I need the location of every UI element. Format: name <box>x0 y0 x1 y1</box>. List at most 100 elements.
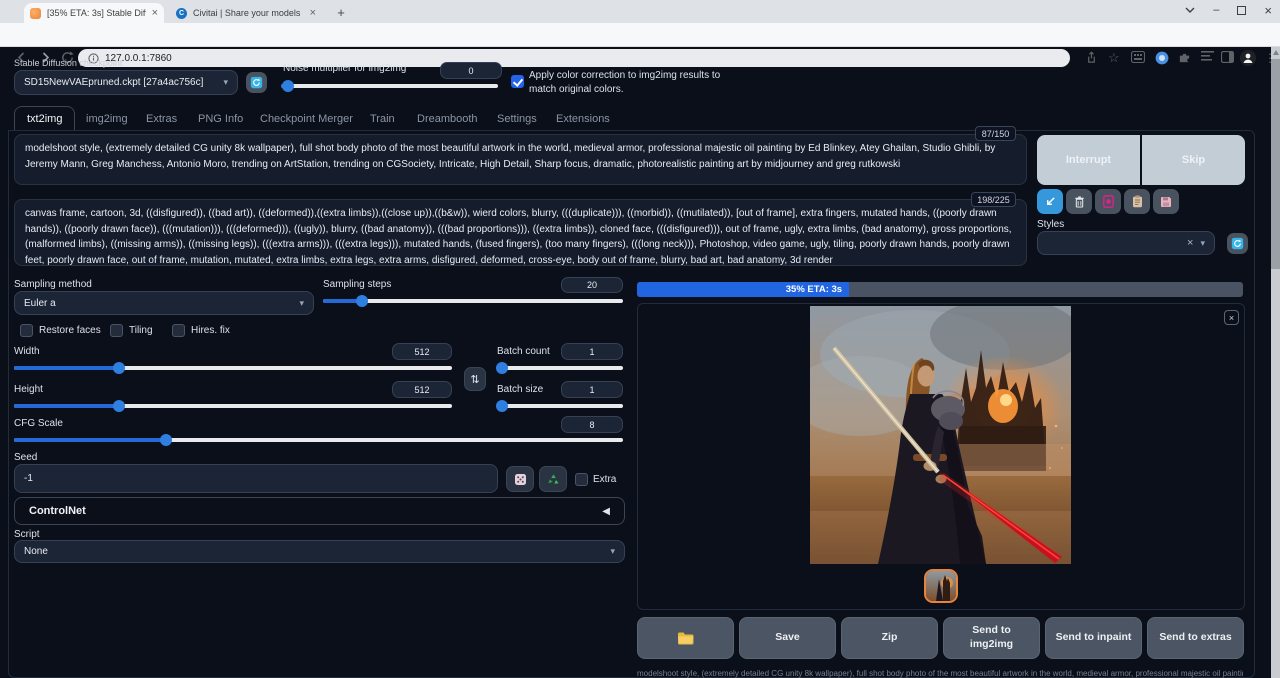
prompt-token-counter: 87/150 <box>975 126 1016 141</box>
tab-search-chevron-icon[interactable] <box>1185 6 1195 14</box>
tab-txt2img[interactable]: txt2img <box>14 106 75 131</box>
batch-count-slider[interactable] <box>497 366 623 370</box>
extensions-puzzle-icon[interactable] <box>1178 51 1193 66</box>
batch-size-input[interactable]: 1 <box>561 381 623 398</box>
refresh-checkpoints-button[interactable] <box>246 72 267 93</box>
sampling-method-value: Euler a <box>24 298 56 309</box>
gallery-thumbnail-selected[interactable] <box>924 569 958 603</box>
paste-params-button[interactable] <box>1037 189 1063 214</box>
height-slider[interactable] <box>14 404 452 408</box>
close-window-icon[interactable]: × <box>1264 3 1272 18</box>
sampling-steps-input[interactable]: 20 <box>561 277 623 293</box>
prompt-textarea[interactable]: modelshoot style, (extremely detailed CG… <box>14 134 1027 185</box>
sampling-method-select[interactable]: Euler a ▾ <box>14 291 314 315</box>
interrupt-button[interactable]: Interrupt <box>1037 135 1140 185</box>
hires-fix-checkbox[interactable] <box>172 324 185 337</box>
civitai-favicon: C <box>176 8 187 19</box>
restore-faces-checkbox[interactable] <box>20 324 33 337</box>
accordion-collapsed-icon: ◀ <box>602 506 610 517</box>
extra-networks-card-button[interactable] <box>1095 189 1121 214</box>
browser-tab-title: [35% ETA: 3s] Stable Diffusion <box>47 8 146 18</box>
apply-style-clipboard-button[interactable] <box>1124 189 1150 214</box>
tab-img2img[interactable]: img2img <box>82 106 132 131</box>
batch-count-input[interactable]: 1 <box>561 343 623 360</box>
close-tab-icon[interactable]: × <box>310 8 316 19</box>
maximize-window-icon[interactable] <box>1237 6 1246 15</box>
controlnet-label: ControlNet <box>29 505 86 517</box>
zip-button[interactable]: Zip <box>841 617 938 659</box>
batch-size-slider[interactable] <box>497 404 623 408</box>
refresh-styles-button[interactable] <box>1227 233 1248 254</box>
checkpoint-select[interactable]: SD15NewVAEpruned.ckpt [27a4ac756c] ▾ <box>14 70 238 95</box>
tab-extensions[interactable]: Extensions <box>552 106 614 131</box>
open-folder-button[interactable] <box>637 617 734 659</box>
generated-image[interactable] <box>810 306 1071 564</box>
folder-icon <box>677 631 694 645</box>
height-input[interactable]: 512 <box>392 381 452 398</box>
script-select[interactable]: None ▾ <box>14 540 625 563</box>
cfg-scale-input[interactable]: 8 <box>561 416 623 433</box>
swap-width-height-button[interactable]: ⇅ <box>464 367 486 391</box>
slider-handle[interactable] <box>356 295 368 307</box>
share-icon[interactable] <box>1085 51 1100 66</box>
send-to-inpaint-button[interactable]: Send to inpaint <box>1045 617 1142 659</box>
tab-checkpoint-merger[interactable]: Checkpoint Merger <box>256 106 357 131</box>
width-slider[interactable] <box>14 366 452 370</box>
negative-prompt-textarea[interactable]: canvas frame, cartoon, 3d, ((disfigured)… <box>14 199 1027 266</box>
scroll-up-arrow-icon[interactable] <box>1273 50 1279 55</box>
noise-multiplier-input[interactable]: 0 <box>440 62 502 79</box>
slider-handle[interactable] <box>496 362 508 374</box>
styles-label: Styles <box>1037 219 1064 230</box>
scrollbar-thumb[interactable] <box>1271 59 1280 269</box>
slider-handle[interactable] <box>113 362 125 374</box>
tab-train[interactable]: Train <box>366 106 399 131</box>
new-tab-button[interactable]: + <box>333 5 349 21</box>
batch-count-label: Batch count <box>497 346 550 357</box>
clear-styles-icon[interactable]: × <box>1187 237 1193 249</box>
blue-extension-icon[interactable] <box>1155 51 1170 66</box>
bookmark-star-icon[interactable]: ☆ <box>1108 51 1123 66</box>
browser-tab-civitai[interactable]: C Civitai | Share your models × <box>170 3 322 23</box>
page-scrollbar[interactable] <box>1271 47 1280 678</box>
seed-label: Seed <box>14 452 37 463</box>
styles-dropdown[interactable]: × ▾ <box>1037 231 1215 255</box>
width-input[interactable]: 512 <box>392 343 452 360</box>
color-correction-label: Apply color correction to img2img result… <box>529 69 741 97</box>
cfg-scale-slider[interactable] <box>14 438 623 442</box>
tab-dreambooth[interactable]: Dreambooth <box>413 106 482 131</box>
save-button[interactable]: Save <box>739 617 836 659</box>
width-label: Width <box>14 346 40 357</box>
extra-seed-checkbox[interactable] <box>575 473 588 486</box>
random-seed-dice-button[interactable] <box>506 466 534 492</box>
chevron-down-icon: ▾ <box>223 77 228 88</box>
send-to-extras-button[interactable]: Send to extras <box>1147 617 1244 659</box>
browser-tab-stable-diffusion[interactable]: [35% ETA: 3s] Stable Diffusion × <box>24 3 164 23</box>
address-bar[interactable]: 127.0.0.1:7860 <box>78 49 1070 67</box>
tab-png-info[interactable]: PNG Info <box>194 106 247 131</box>
skip-button[interactable]: Skip <box>1142 135 1245 185</box>
save-style-button[interactable] <box>1153 189 1179 214</box>
reading-list-icon[interactable] <box>1201 51 1216 66</box>
minimize-window-icon[interactable]: – <box>1213 4 1219 16</box>
controlnet-accordion[interactable]: ControlNet ◀ <box>14 497 625 525</box>
close-tab-icon[interactable]: × <box>152 8 158 19</box>
clear-prompt-trash-button[interactable] <box>1066 189 1092 214</box>
media-grid-icon[interactable] <box>1131 51 1146 66</box>
color-correction-checkbox[interactable] <box>511 75 524 88</box>
tab-settings[interactable]: Settings <box>493 106 541 131</box>
slider-handle[interactable] <box>496 400 508 412</box>
side-panel-icon[interactable] <box>1221 51 1236 66</box>
slider-handle[interactable] <box>282 80 294 92</box>
tab-extras[interactable]: Extras <box>142 106 181 131</box>
chevron-down-icon[interactable]: ▾ <box>1200 238 1205 249</box>
sampling-steps-slider[interactable] <box>323 299 623 303</box>
close-preview-icon[interactable]: × <box>1224 310 1239 325</box>
noise-multiplier-slider[interactable] <box>281 84 498 88</box>
send-to-img2img-button[interactable]: Send to img2img <box>943 617 1040 659</box>
seed-input[interactable]: -1 <box>14 464 498 493</box>
slider-handle[interactable] <box>113 400 125 412</box>
profile-avatar[interactable] <box>1240 50 1256 66</box>
tiling-checkbox[interactable] <box>110 324 123 337</box>
script-value: None <box>24 546 48 557</box>
reuse-seed-recycle-button[interactable] <box>539 466 567 492</box>
